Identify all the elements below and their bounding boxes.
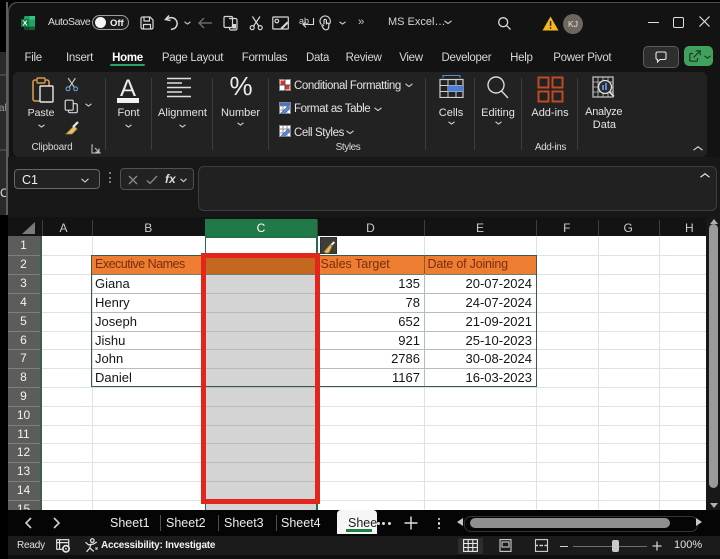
svg-text:%: %: [229, 74, 252, 98]
svg-text:A: A: [120, 75, 136, 102]
svg-text:X: X: [22, 18, 27, 27]
